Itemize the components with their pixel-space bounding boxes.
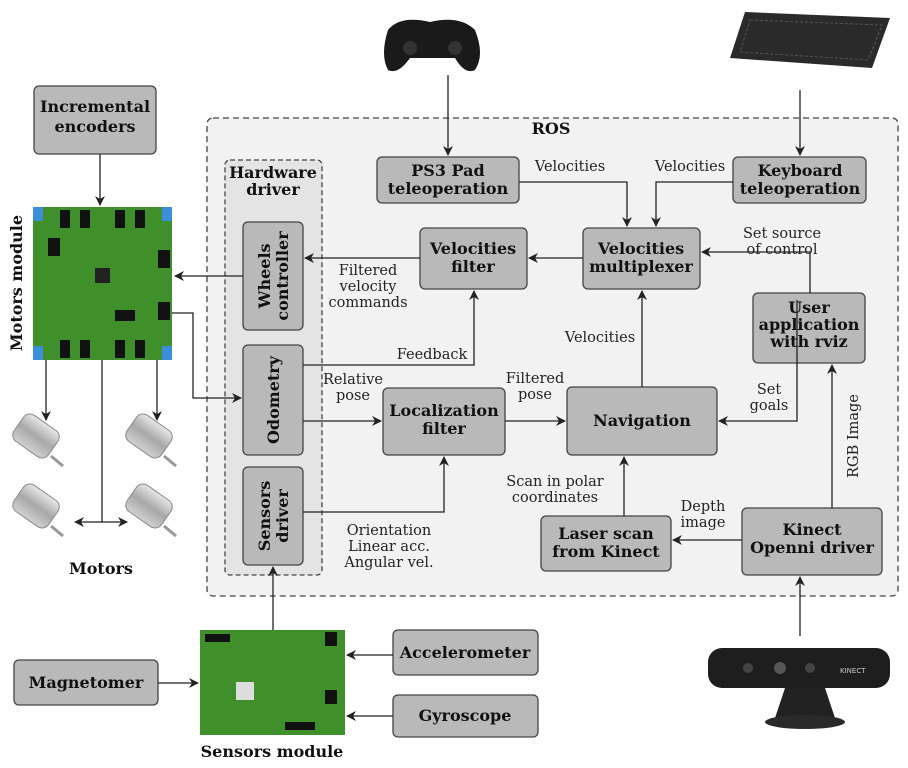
- filtered-velocity-label: Filtered velocity commands: [328, 263, 407, 311]
- scan-polar-label: Scan in polar coordinates: [506, 474, 604, 506]
- laser-scan-node: Laser scan from Kinect: [540, 515, 672, 572]
- keyboard-velocities-label: Velocities: [654, 159, 725, 175]
- keyboard-image: [730, 12, 890, 68]
- sensors-module-board: [200, 630, 345, 735]
- motors-images: [8, 409, 178, 538]
- navigation-node: Navigation: [566, 386, 718, 456]
- ps3-velocities-label: Velocities: [534, 159, 605, 175]
- svg-text:Incrementalencoders: Incremental encoders: [40, 97, 150, 136]
- svg-text:Sensorsdriver: Sensorsdriver: [255, 481, 292, 551]
- svg-text:Gyroscope: Gyroscope: [419, 706, 512, 725]
- motors-module-board: [33, 207, 172, 360]
- wheels-controller-node: Wheelscontroller: [242, 221, 304, 331]
- kinect-image: KINECT: [708, 648, 890, 729]
- motors-module-label: Motors module: [7, 215, 26, 351]
- svg-text:Navigation: Navigation: [593, 411, 691, 430]
- gamepad-image: [384, 19, 480, 72]
- localization-filter-node: Localization filter: [382, 387, 506, 456]
- odometry-node: Odometry: [242, 344, 304, 456]
- user-application-node: User application with rviz: [752, 292, 866, 364]
- navigation-velocities-label: Velocities: [564, 330, 635, 346]
- motors-label: Motors: [69, 559, 133, 578]
- incremental-encoders-node: Incremental encoders: [33, 85, 157, 155]
- keyboard-teleoperation-node: Keyboard teleoperation: [732, 156, 867, 204]
- kinect-logo: KINECT: [840, 667, 866, 675]
- depth-image-label: Depth image: [681, 499, 726, 531]
- velocities-multiplexer-node: Velocities multiplexer: [582, 227, 701, 290]
- ps3-pad-teleoperation-node: PS3 Pad teleoperation: [376, 156, 520, 204]
- sensors-module-label: Sensors module: [201, 742, 344, 761]
- sensors-driver-node: Sensorsdriver: [242, 466, 304, 566]
- kinect-openni-driver-node: Kinect Openni driver: [741, 507, 883, 576]
- svg-text:Laser scanfrom Kinect: Laser scan from Kinect: [552, 524, 660, 561]
- system-architecture-diagram: ROS Hardwaredriver KINECT Motors module: [0, 0, 908, 768]
- svg-text:Wheelscontroller: Wheelscontroller: [255, 231, 292, 321]
- set-source-label: Set source of control: [743, 226, 821, 258]
- rgb-image-label: RGB Image: [846, 394, 862, 478]
- imu-label: Orientation Linear acc. Angular vel.: [343, 523, 433, 571]
- velocities-filter-node: Velocities filter: [419, 227, 528, 290]
- svg-text:Magnetomer: Magnetomer: [29, 673, 144, 692]
- svg-text:Odometry: Odometry: [264, 355, 283, 444]
- gyroscope-node: Gyroscope: [392, 694, 539, 738]
- magnetometer-node: Magnetomer: [13, 659, 159, 706]
- svg-text:Accelerometer: Accelerometer: [399, 643, 531, 662]
- feedback-label: Feedback: [397, 347, 468, 363]
- accelerometer-node: Accelerometer: [392, 629, 539, 676]
- ros-label: ROS: [532, 119, 571, 138]
- svg-text:Velocitiesmultiplexer: Velocities multiplexer: [589, 239, 693, 276]
